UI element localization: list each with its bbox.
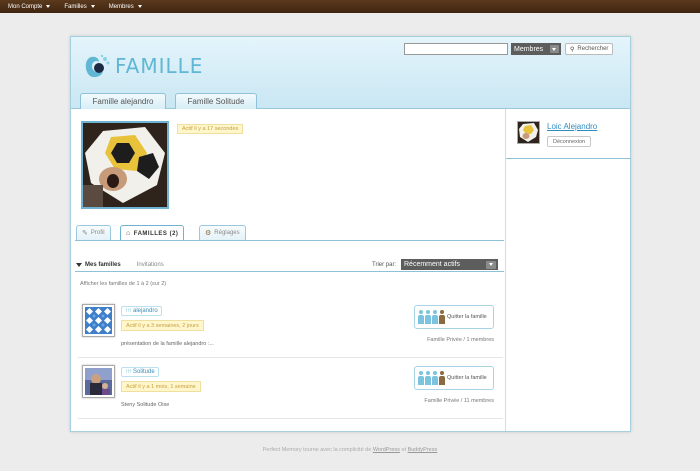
- avatar-image: [83, 123, 167, 207]
- group-meta: Famille Privée / 1 membres: [427, 337, 494, 343]
- sort-value: Récemment actifs: [404, 261, 461, 268]
- group-avatar[interactable]: [82, 304, 115, 337]
- menu-membres[interactable]: Membres: [109, 4, 142, 10]
- user-avatar[interactable]: [81, 121, 169, 209]
- group-activity-badge: Actif il y a 1 mois, 1 semaine: [121, 381, 201, 392]
- tab-label: Famille alejandro: [92, 97, 154, 106]
- group-avatar-image: [85, 368, 112, 395]
- sort-label: Trier par:: [372, 262, 397, 268]
- tab-famille-solitude[interactable]: Famille Solitude: [175, 93, 257, 109]
- caret-down-icon: [90, 5, 95, 8]
- search-form: Membres ⚲ Rechercher: [404, 43, 614, 55]
- admin-bar: Mon Compte Familles Membres: [0, 0, 700, 13]
- tab-profil[interactable]: ✎ Profil: [76, 225, 111, 240]
- pencil-icon: ✎: [82, 230, 88, 237]
- group-name-link[interactable]: ↑↑↑ alejandro: [121, 306, 162, 316]
- tab-label: FAMILLES (2): [133, 230, 179, 237]
- leave-button-label: Quitter la famille: [447, 314, 487, 320]
- activity-badge: Actif il y a 17 secondes: [177, 124, 244, 134]
- logo-text: FAMILLE: [115, 54, 204, 78]
- pagination-count: Afficher les familles de 1 à 2 (sur 2): [80, 281, 167, 287]
- sidebar: Loic Alejandro Déconnexion: [505, 109, 631, 431]
- row-divider: [78, 418, 503, 419]
- tabs-divider: [75, 240, 504, 241]
- tab-reglages[interactable]: ⚙ Réglages: [199, 225, 246, 240]
- site-logo[interactable]: FAMILLE: [83, 53, 203, 79]
- triangle-down-icon: [76, 263, 82, 267]
- caret-down-icon: [137, 5, 142, 8]
- search-input[interactable]: [404, 43, 508, 55]
- group-activity-badge: Actif il y a 3 semaines, 2 jours: [121, 320, 204, 331]
- menu-familles[interactable]: Familles: [64, 3, 95, 10]
- logout-button[interactable]: Déconnexion: [547, 136, 592, 147]
- site-header: FAMILLE Membres ⚲ Rechercher Famille ale…: [71, 37, 630, 109]
- group-description: Steny Solitude Oise: [121, 402, 170, 408]
- group-avatar-image: [85, 307, 112, 334]
- group-description: présentation de la famille alejandro :..…: [121, 341, 214, 347]
- footer-prefix: Perfect Memory tourne avec la complicité…: [262, 447, 373, 453]
- sidebar-avatar[interactable]: [517, 121, 540, 144]
- subnav-mes-familles[interactable]: Mes familles: [76, 262, 121, 268]
- menu-mon-compte[interactable]: Mon Compte: [8, 3, 51, 10]
- group-avatar[interactable]: [82, 365, 115, 398]
- leave-family-icon: [418, 310, 446, 324]
- search-button[interactable]: ⚲ Rechercher: [565, 43, 614, 55]
- house-icon: ⌂: [126, 230, 131, 237]
- tab-label: Famille Solitude: [187, 97, 245, 106]
- search-button-label: Rechercher: [577, 46, 609, 52]
- sidebar-user-name[interactable]: Loic Alejandro: [547, 122, 597, 131]
- sidebar-avatar-image: [518, 122, 539, 143]
- leave-group-button[interactable]: Quitter la famille: [414, 366, 494, 390]
- tab-label: Profil: [90, 230, 105, 236]
- magnifier-icon: ⚲: [570, 46, 575, 53]
- search-scope-value: Membres: [514, 45, 544, 53]
- subnav-divider: [75, 271, 504, 272]
- group-name: alejandro: [133, 308, 158, 314]
- menu-membres-label: Membres: [108, 3, 134, 10]
- group-name-link[interactable]: ↑↑↑ Solitude: [121, 367, 159, 377]
- footer-wordpress-link[interactable]: WordPress: [373, 447, 400, 453]
- people-icon: ↑↑↑: [125, 369, 132, 375]
- search-scope-select[interactable]: Membres: [511, 43, 561, 55]
- caret-down-icon: [46, 5, 51, 8]
- subnav-mine-label: Mes familles: [85, 262, 121, 268]
- leave-family-icon: [418, 371, 446, 385]
- chevron-down-icon: [486, 260, 496, 269]
- group-meta: Famille Privée / 11 membres: [424, 398, 494, 404]
- footer: Perfect Memory tourne avec la complicité…: [0, 447, 700, 453]
- gear-icon: ⚙: [205, 230, 212, 237]
- sort-select[interactable]: Récemment actifs: [401, 259, 498, 270]
- leave-button-label: Quitter la famille: [447, 375, 487, 381]
- menu-mon-compte-label: Mon Compte: [8, 3, 43, 10]
- tab-label: Réglages: [214, 230, 240, 236]
- sidebar-user-panel: Loic Alejandro Déconnexion: [506, 109, 631, 159]
- people-icon: ↑↑↑: [125, 308, 132, 314]
- group-name: Solitude: [133, 369, 155, 375]
- tab-familles[interactable]: ⌂ FAMILLES (2): [120, 225, 185, 241]
- logo-icon: [85, 54, 110, 78]
- footer-buddypress-link[interactable]: BuddyPress: [408, 447, 438, 453]
- row-divider: [78, 357, 503, 358]
- subnav-invitations[interactable]: Invitations: [137, 262, 164, 268]
- leave-group-button[interactable]: Quitter la famille: [414, 305, 494, 329]
- main-container: FAMILLE Membres ⚲ Rechercher Famille ale…: [70, 36, 631, 432]
- tab-famille-alejandro[interactable]: Famille alejandro: [80, 93, 166, 109]
- menu-familles-label: Familles: [64, 3, 87, 10]
- chevron-down-icon: [550, 45, 559, 53]
- footer-middle: et: [399, 447, 408, 453]
